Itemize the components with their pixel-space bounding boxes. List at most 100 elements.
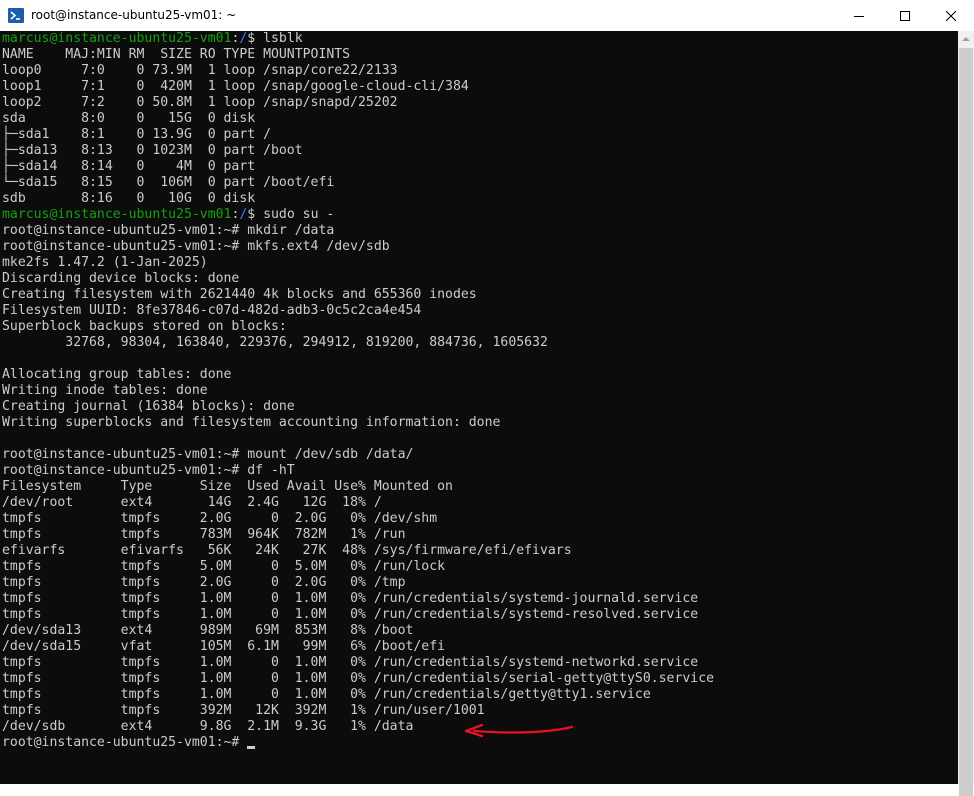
terminal-line: ├─sda1 8:1 0 13.9G 0 part / [2, 127, 271, 143]
terminal-line: tmpfs tmpfs 783M 964K 782M 1% /run [2, 527, 405, 543]
command-text: $ lsblk [247, 31, 303, 46]
terminal-line: Writing superblocks and filesystem accou… [2, 415, 500, 431]
prompt-user: marcus@instance-ubuntu25-vm01 [2, 207, 232, 222]
window-title: root@instance-ubuntu25-vm01: ~ [31, 8, 237, 22]
terminal-line: tmpfs tmpfs 1.0M 0 1.0M 0% /run/credenti… [2, 591, 698, 607]
line-text: Discarding device blocks: done [2, 271, 240, 286]
close-button[interactable] [928, 0, 974, 31]
line-text: Allocating group tables: done [2, 367, 232, 382]
terminal-line: Superblock backups stored on blocks: [2, 319, 287, 335]
terminal-line: root@instance-ubuntu25-vm01:~# mount /de… [2, 447, 413, 463]
powershell-icon [8, 8, 24, 23]
terminal-line: root@instance-ubuntu25-vm01:~# df -hT [2, 463, 295, 479]
terminal-line: sdb 8:16 0 10G 0 disk [2, 191, 255, 207]
line-text: root@instance-ubuntu25-vm01:~# [2, 735, 248, 750]
line-text: Writing inode tables: done [2, 383, 208, 398]
line-text: root@instance-ubuntu25-vm01:~# mount /de… [2, 447, 414, 462]
line-text: Filesystem Type Size Used Avail Use% Mou… [2, 479, 453, 494]
line-text: efivarfs efivarfs 56K 24K 27K 48% /sys/f… [2, 543, 572, 558]
line-text: loop2 7:2 0 50.8M 1 loop /snap/snapd/252… [2, 95, 398, 110]
terminal-line: tmpfs tmpfs 1.0M 0 1.0M 0% /run/credenti… [2, 687, 651, 703]
terminal-window: root@instance-ubuntu25-vm01: ~ marcus@in… [0, 0, 974, 796]
line-text: tmpfs tmpfs 5.0M 0 5.0M 0% /run/lock [2, 559, 446, 574]
line-text: sdb 8:16 0 10G 0 disk [2, 191, 256, 206]
terminal-line: sda 8:0 0 15G 0 disk [2, 111, 255, 127]
terminal-line: tmpfs tmpfs 1.0M 0 1.0M 0% /run/credenti… [2, 607, 698, 623]
terminal-line: loop2 7:2 0 50.8M 1 loop /snap/snapd/252… [2, 95, 398, 111]
terminal-line: tmpfs tmpfs 1.0M 0 1.0M 0% /run/credenti… [2, 671, 714, 687]
terminal-line: tmpfs tmpfs 2.0G 0 2.0G 0% /tmp [2, 575, 405, 591]
terminal-line: tmpfs tmpfs 2.0G 0 2.0G 0% /dev/shm [2, 511, 437, 527]
line-text: NAME MAJ:MIN RM SIZE RO TYPE MOUNTPOINTS [2, 47, 351, 62]
terminal-line: Filesystem Type Size Used Avail Use% Mou… [2, 479, 453, 495]
line-text: tmpfs tmpfs 2.0G 0 2.0G 0% /tmp [2, 575, 406, 590]
minimize-button[interactable] [836, 0, 882, 31]
line-text: ├─sda13 8:13 0 1023M 0 part /boot [2, 143, 303, 158]
terminal-line: mke2fs 1.47.2 (1-Jan-2025) [2, 255, 208, 271]
line-text: root@instance-ubuntu25-vm01:~# df -hT [2, 463, 295, 478]
line-text: tmpfs tmpfs 392M 12K 392M 1% /run/user/1… [2, 703, 485, 718]
terminal-line: NAME MAJ:MIN RM SIZE RO TYPE MOUNTPOINTS [2, 47, 350, 63]
line-text: mke2fs 1.47.2 (1-Jan-2025) [2, 255, 208, 270]
line-text: /dev/sda13 ext4 989M 69M 853M 8% /boot [2, 623, 414, 638]
terminal-line: tmpfs tmpfs 5.0M 0 5.0M 0% /run/lock [2, 559, 445, 575]
terminal-line: /dev/sdb ext4 9.8G 2.1M 9.3G 1% /data [2, 719, 413, 735]
terminal-line: tmpfs tmpfs 392M 12K 392M 1% /run/user/1… [2, 703, 485, 719]
terminal-line: /dev/root ext4 14G 2.4G 12G 18% / [2, 495, 382, 511]
terminal-line: marcus@instance-ubuntu25-vm01:/$ lsblk [2, 31, 303, 47]
prompt-user: marcus@instance-ubuntu25-vm01 [2, 31, 232, 46]
terminal-line: loop0 7:0 0 73.9M 1 loop /snap/core22/21… [2, 63, 398, 79]
terminal-output[interactable]: marcus@instance-ubuntu25-vm01:/$ lsblk NA… [0, 31, 958, 784]
terminal-line: Filesystem UUID: 8fe37846-c07d-482d-adb3… [2, 303, 421, 319]
terminal-line: loop1 7:1 0 420M 1 loop /snap/google-clo… [2, 79, 469, 95]
line-text: root@instance-ubuntu25-vm01:~# mkdir /da… [2, 223, 335, 238]
terminal-line: /dev/sda13 ext4 989M 69M 853M 8% /boot [2, 623, 413, 639]
terminal-line: Writing inode tables: done [2, 383, 208, 399]
text-cursor [247, 746, 256, 749]
line-text: 32768, 98304, 163840, 229376, 294912, 81… [2, 335, 548, 350]
line-text: Superblock backups stored on blocks: [2, 319, 287, 334]
line-text: tmpfs tmpfs 1.0M 0 1.0M 0% /run/credenti… [2, 671, 715, 686]
scrollbar-thumb[interactable] [959, 48, 973, 796]
title-bar[interactable]: root@instance-ubuntu25-vm01: ~ [0, 0, 974, 32]
maximize-button[interactable] [882, 0, 928, 31]
vertical-scrollbar[interactable] [958, 31, 974, 796]
line-text: /dev/root ext4 14G 2.4G 12G 18% / [2, 495, 382, 510]
line-text: root@instance-ubuntu25-vm01:~# mkfs.ext4… [2, 239, 390, 254]
line-text: /dev/sdb ext4 9.8G 2.1M 9.3G 1% /data [2, 719, 414, 734]
line-text: Writing superblocks and filesystem accou… [2, 415, 501, 430]
annotation-arrow [464, 723, 574, 738]
line-text: ├─sda1 8:1 0 13.9G 0 part / [2, 127, 271, 142]
line-text: ├─sda14 8:14 0 4M 0 part [2, 159, 256, 174]
terminal-line: Allocating group tables: done [2, 367, 231, 383]
terminal-line: ├─sda14 8:14 0 4M 0 part [2, 159, 255, 175]
terminal-line: Discarding device blocks: done [2, 271, 239, 287]
terminal-line: ├─sda13 8:13 0 1023M 0 part /boot [2, 143, 303, 159]
close-icon [945, 6, 957, 25]
line-text: └─sda15 8:15 0 106M 0 part /boot/efi [2, 175, 335, 190]
line-text: Filesystem UUID: 8fe37846-c07d-482d-adb3… [2, 303, 422, 318]
command-text: $ sudo su - [247, 207, 335, 222]
line-text: tmpfs tmpfs 783M 964K 782M 1% /run [2, 527, 406, 542]
terminal-line: tmpfs tmpfs 1.0M 0 1.0M 0% /run/credenti… [2, 655, 698, 671]
terminal-line: marcus@instance-ubuntu25-vm01:/$ sudo su… [2, 207, 334, 223]
terminal-line: root@instance-ubuntu25-vm01:~# mkfs.ext4… [2, 239, 390, 255]
terminal-line: root@instance-ubuntu25-vm01:~# mkdir /da… [2, 223, 334, 239]
line-text: tmpfs tmpfs 1.0M 0 1.0M 0% /run/credenti… [2, 655, 699, 670]
line-text: loop1 7:1 0 420M 1 loop /snap/google-clo… [2, 79, 469, 94]
line-text: /dev/sda15 vfat 105M 6.1M 99M 6% /boot/e… [2, 639, 446, 654]
minimize-icon [854, 6, 864, 25]
terminal-line: efivarfs efivarfs 56K 24K 27K 48% /sys/f… [2, 543, 572, 559]
line-text: tmpfs tmpfs 1.0M 0 1.0M 0% /run/credenti… [2, 607, 699, 622]
line-text: tmpfs tmpfs 1.0M 0 1.0M 0% /run/credenti… [2, 591, 699, 606]
terminal-line: Creating journal (16384 blocks): done [2, 399, 295, 415]
scroll-up-icon[interactable] [958, 31, 974, 48]
line-text: Creating filesystem with 2621440 4k bloc… [2, 287, 477, 302]
terminal-line: /dev/sda15 vfat 105M 6.1M 99M 6% /boot/e… [2, 639, 445, 655]
line-text: loop0 7:0 0 73.9M 1 loop /snap/core22/21… [2, 63, 398, 78]
line-text: tmpfs tmpfs 2.0G 0 2.0G 0% /dev/shm [2, 511, 438, 526]
terminal-line: Creating filesystem with 2621440 4k bloc… [2, 287, 477, 303]
terminal-line: └─sda15 8:15 0 106M 0 part /boot/efi [2, 175, 334, 191]
line-text: tmpfs tmpfs 1.0M 0 1.0M 0% /run/credenti… [2, 687, 651, 702]
line-text: sda 8:0 0 15G 0 disk [2, 111, 256, 126]
